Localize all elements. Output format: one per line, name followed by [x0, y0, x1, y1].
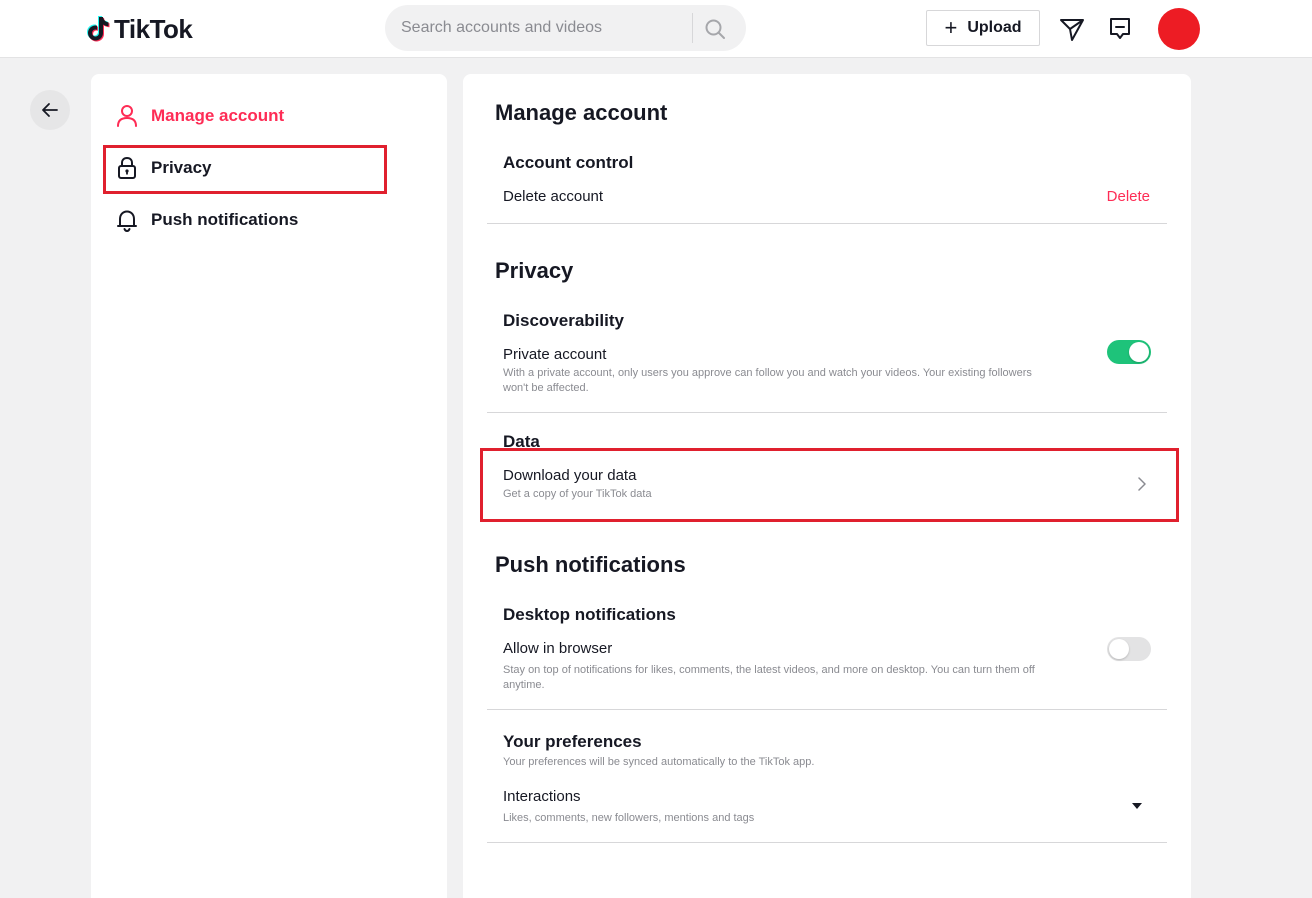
subsection-title-data: Data	[503, 432, 540, 451]
description-line: With a private account, only users you a…	[503, 367, 1032, 379]
settings-sidebar: Manage account Privacy Push notification…	[91, 74, 447, 898]
delete-account-label: Delete account	[503, 188, 604, 205]
description-line: anytime.	[503, 679, 545, 691]
arrow-left-icon	[42, 103, 58, 117]
download-data-label: Download your data	[503, 467, 637, 484]
description-line: won't be affected.	[503, 382, 589, 394]
toggle-knob	[1129, 342, 1149, 362]
logo-text: TikTok	[114, 13, 193, 44]
divider	[487, 412, 1167, 413]
subsection-title-your-preferences: Your preferences	[503, 732, 642, 751]
delete-account-button[interactable]: Delete	[1107, 188, 1150, 205]
interactions-label: Interactions	[503, 788, 581, 805]
divider	[487, 709, 1167, 710]
section-title-push-notifications: Push notifications	[495, 552, 686, 577]
top-header: TikTok + Upload	[0, 0, 1312, 58]
search-bar	[385, 5, 746, 51]
allow-in-browser-label: Allow in browser	[503, 640, 613, 657]
sidebar-item-label: Push notifications	[151, 210, 299, 229]
allow-in-browser-toggle[interactable]	[1107, 637, 1151, 661]
subsection-title-desktop-notifications: Desktop notifications	[503, 605, 676, 624]
avatar[interactable]	[1158, 8, 1200, 50]
paper-plane-icon[interactable]	[1059, 16, 1085, 42]
bell-icon	[115, 208, 139, 232]
interactions-description: Likes, comments, new followers, mentions…	[503, 812, 755, 824]
chevron-right-icon[interactable]	[1137, 476, 1147, 492]
plus-icon: +	[944, 15, 958, 40]
lock-icon	[115, 156, 139, 180]
toggle-knob	[1109, 639, 1129, 659]
upload-button[interactable]: + Upload	[926, 10, 1040, 46]
sidebar-item-label: Privacy	[151, 158, 212, 177]
section-title-manage-account: Manage account	[495, 100, 668, 125]
search-icon[interactable]	[703, 17, 727, 41]
divider	[487, 842, 1167, 843]
sidebar-item-privacy[interactable]: Privacy	[115, 148, 212, 188]
private-account-description: With a private account, only users you a…	[503, 366, 1032, 396]
tiktok-note-icon	[87, 16, 110, 42]
download-data-description: Get a copy of your TikTok data	[503, 488, 652, 500]
sidebar-item-manage-account[interactable]: Manage account	[115, 96, 284, 136]
description-line: Stay on top of notifications for likes, …	[503, 664, 1035, 676]
subsection-title-discoverability: Discoverability	[503, 311, 624, 330]
section-title-privacy: Privacy	[495, 258, 574, 283]
caret-down-icon[interactable]	[1132, 803, 1142, 809]
upload-label: Upload	[967, 19, 1022, 36]
private-account-toggle[interactable]	[1107, 340, 1151, 364]
settings-main-panel: Manage account Account control Delete ac…	[463, 74, 1191, 898]
divider	[487, 223, 1167, 224]
search-input[interactable]	[401, 13, 691, 43]
back-button[interactable]	[30, 90, 70, 130]
person-icon	[115, 104, 139, 128]
allow-in-browser-description: Stay on top of notifications for likes, …	[503, 663, 1035, 693]
sidebar-item-label: Manage account	[151, 106, 285, 125]
inbox-message-icon[interactable]	[1107, 16, 1133, 42]
your-preferences-description: Your preferences will be synced automati…	[503, 756, 815, 768]
subsection-title-account-control: Account control	[503, 153, 634, 172]
search-divider	[692, 13, 693, 43]
sidebar-item-push-notifications[interactable]: Push notifications	[115, 200, 298, 240]
tiktok-logo[interactable]: TikTok	[86, 12, 193, 46]
private-account-label: Private account	[503, 346, 607, 363]
